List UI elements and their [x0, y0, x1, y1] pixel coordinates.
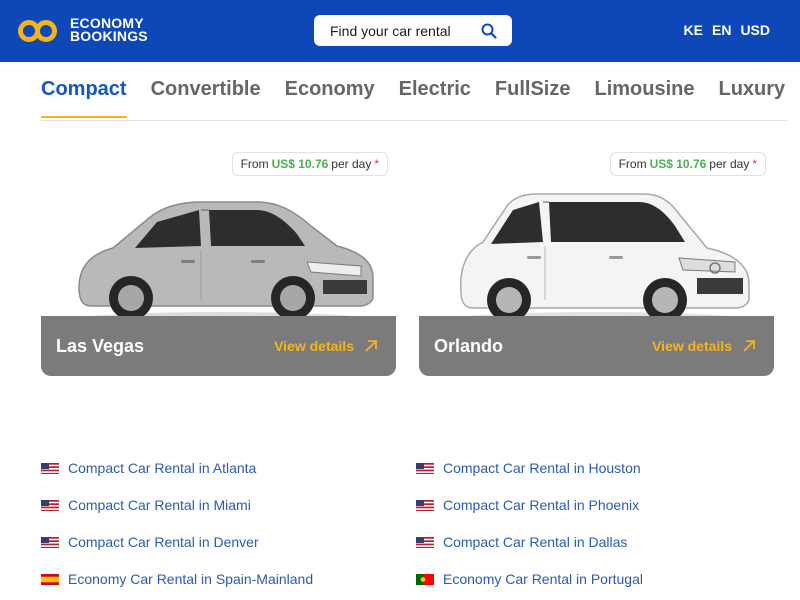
search-icon[interactable] — [474, 16, 504, 46]
spain-flag-icon — [41, 573, 59, 585]
link-portugal[interactable]: Economy Car Rental in Portugal — [416, 571, 643, 587]
car-card-las-vegas[interactable]: From US$ 10.76 per day * Las Vegas View … — [41, 150, 396, 376]
price-suffix: per day — [709, 157, 750, 171]
us-flag-icon — [416, 462, 434, 474]
link-text: Compact Car Rental in Dallas — [443, 534, 628, 550]
car-image-hatchback-silver — [71, 201, 374, 328]
car-card-orlando[interactable]: From US$ 10.76 per day * Orlando View de… — [419, 150, 774, 376]
price-amount: US$ 10.76 — [649, 157, 707, 171]
logo-rings-icon — [18, 16, 64, 44]
link-text: Compact Car Rental in Atlanta — [68, 460, 257, 476]
tab-economy[interactable]: Economy — [285, 78, 375, 118]
logo-text: ECONOMY BOOKINGS — [70, 16, 148, 44]
link-dallas[interactable]: Compact Car Rental in Dallas — [416, 534, 627, 550]
tab-fullsize[interactable]: FullSize — [495, 78, 571, 118]
tab-luxury[interactable]: Luxury — [719, 78, 786, 118]
link-atlanta[interactable]: Compact Car Rental in Atlanta — [41, 460, 256, 476]
link-phoenix[interactable]: Compact Car Rental in Phoenix — [416, 497, 639, 513]
link-text: Compact Car Rental in Houston — [443, 460, 641, 476]
link-text: Compact Car Rental in Denver — [68, 534, 259, 550]
price-asterisk: * — [752, 157, 757, 171]
link-text: Economy Car Rental in Portugal — [443, 571, 643, 587]
price-prefix: From — [618, 157, 647, 171]
currency-selector[interactable]: USD — [740, 22, 770, 38]
category-tabs: Compact Convertible Economy Electric Ful… — [41, 78, 800, 118]
search-input[interactable]: Find your car rental — [330, 23, 474, 39]
portugal-flag-icon — [416, 573, 434, 585]
link-text: Compact Car Rental in Miami — [68, 497, 251, 513]
link-spain-mainland[interactable]: Economy Car Rental in Spain-Mainland — [41, 571, 313, 587]
price-amount: US$ 10.76 — [271, 157, 329, 171]
link-denver[interactable]: Compact Car Rental in Denver — [41, 534, 259, 550]
view-details-link[interactable]: View details — [274, 338, 378, 354]
card-footer: Orlando View details — [419, 316, 774, 376]
tab-compact[interactable]: Compact — [41, 78, 127, 118]
search-box[interactable]: Find your car rental — [314, 15, 512, 46]
tab-electric[interactable]: Electric — [399, 78, 471, 118]
link-houston[interactable]: Compact Car Rental in Houston — [416, 460, 641, 476]
card-footer: Las Vegas View details — [41, 316, 396, 376]
language-selector[interactable]: EN — [712, 22, 731, 38]
tab-convertible[interactable]: Convertible — [151, 78, 261, 118]
country-selector[interactable]: KE — [684, 22, 703, 38]
tabs-divider — [41, 120, 787, 121]
us-flag-icon — [41, 499, 59, 511]
site-header: ECONOMY BOOKINGS Find your car rental KE… — [0, 0, 800, 62]
us-flag-icon — [41, 536, 59, 548]
price-badge: From US$ 10.76 per day * — [609, 152, 766, 176]
link-text: Economy Car Rental in Spain-Mainland — [68, 571, 314, 587]
us-flag-icon — [41, 462, 59, 474]
view-details-label: View details — [274, 338, 354, 354]
arrow-up-right-icon — [743, 340, 755, 352]
logo-line2: BOOKINGS — [70, 28, 148, 44]
price-prefix: From — [240, 157, 269, 171]
view-details-link[interactable]: View details — [652, 338, 756, 354]
card-city-name: Orlando — [434, 335, 504, 356]
logo[interactable]: ECONOMY BOOKINGS — [18, 16, 148, 44]
link-miami[interactable]: Compact Car Rental in Miami — [41, 497, 251, 513]
car-image-hatchback-white — [449, 193, 750, 328]
price-badge: From US$ 10.76 per day * — [231, 152, 388, 176]
locale-controls: KE EN USD — [684, 22, 770, 38]
view-details-label: View details — [652, 338, 732, 354]
arrow-up-right-icon — [365, 340, 377, 352]
price-suffix: per day — [331, 157, 372, 171]
link-text: Compact Car Rental in Phoenix — [443, 497, 640, 513]
card-city-name: Las Vegas — [56, 335, 145, 356]
tab-limousine[interactable]: Limousine — [594, 78, 694, 118]
us-flag-icon — [416, 536, 434, 548]
us-flag-icon — [416, 499, 434, 511]
price-asterisk: * — [374, 157, 379, 171]
